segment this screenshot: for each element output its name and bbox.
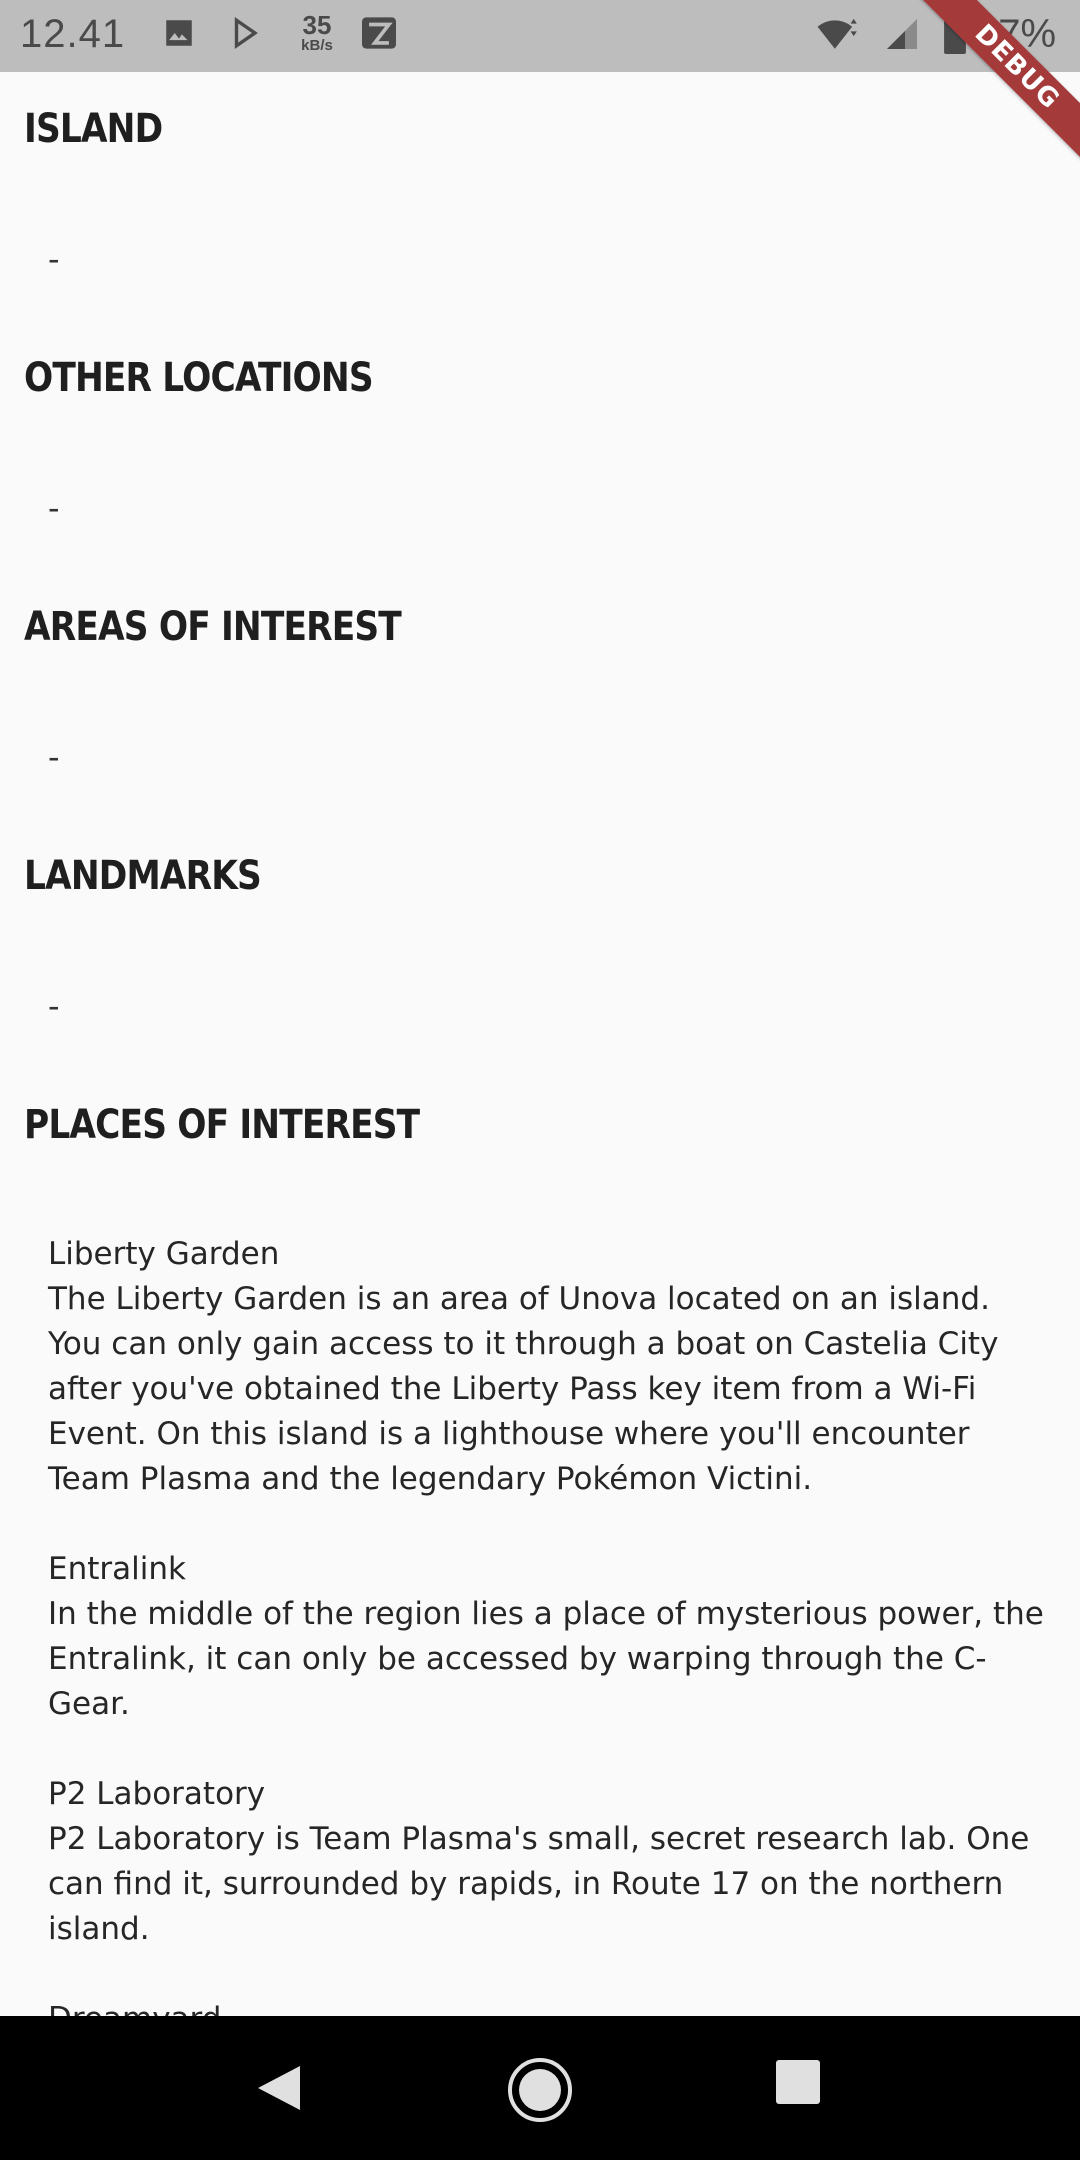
status-time: 12.41 <box>20 12 126 56</box>
areas-of-interest-heading: AREAS OF INTEREST <box>24 604 402 650</box>
place-name: Liberty Garden <box>48 1236 280 1272</box>
signal-icon <box>884 16 920 56</box>
recents-button[interactable] <box>772 2056 836 2120</box>
areas-of-interest-value: - <box>48 738 60 776</box>
other-locations-value: - <box>48 489 60 527</box>
other-locations-heading: OTHER LOCATIONS <box>24 355 374 401</box>
location-detail-content: ISLAND - OTHER LOCATIONS - AREAS OF INTE… <box>0 72 1080 2016</box>
island-value: - <box>48 240 60 278</box>
places-of-interest-heading: PLACES OF INTEREST <box>24 1102 420 1148</box>
place-description: In the middle of the region lies a place… <box>48 1596 1044 1722</box>
wifi-icon <box>816 14 860 56</box>
landmarks-heading: LANDMARKS <box>24 853 262 899</box>
place-description: P2 Laboratory is Team Plasma's small, se… <box>48 1821 1030 1947</box>
place-name: P2 Laboratory <box>48 1776 266 1812</box>
home-button[interactable] <box>506 2056 572 2122</box>
network-speed-value: 35 <box>302 10 332 40</box>
list-item: Dreamyard <box>48 1997 1048 2016</box>
landmarks-value: - <box>48 987 60 1025</box>
list-item: Entralink In the middle of the region li… <box>48 1547 1048 1727</box>
place-name: Entralink <box>48 1551 186 1587</box>
island-heading: ISLAND <box>24 106 163 152</box>
status-bar: 12.41 35 kB/s 97% <box>0 0 1080 72</box>
app-icon <box>360 16 398 54</box>
place-name: Dreamyard <box>48 1997 1048 2016</box>
back-button[interactable] <box>248 2056 312 2120</box>
list-item: Liberty Garden The Liberty Garden is an … <box>48 1232 1048 1502</box>
network-speed-unit: kB/s <box>301 37 333 54</box>
back-icon <box>258 2066 300 2110</box>
places-of-interest-list: Liberty Garden The Liberty Garden is an … <box>48 1232 1048 2016</box>
list-item: P2 Laboratory P2 Laboratory is Team Plas… <box>48 1772 1048 1952</box>
network-speed: 35 kB/s <box>292 12 342 54</box>
home-icon <box>508 2058 572 2122</box>
place-description: The Liberty Garden is an area of Unova l… <box>48 1281 999 1497</box>
play-store-icon <box>228 16 262 54</box>
recents-icon <box>776 2060 820 2104</box>
navigation-bar <box>0 2016 1080 2160</box>
image-icon <box>162 16 196 54</box>
